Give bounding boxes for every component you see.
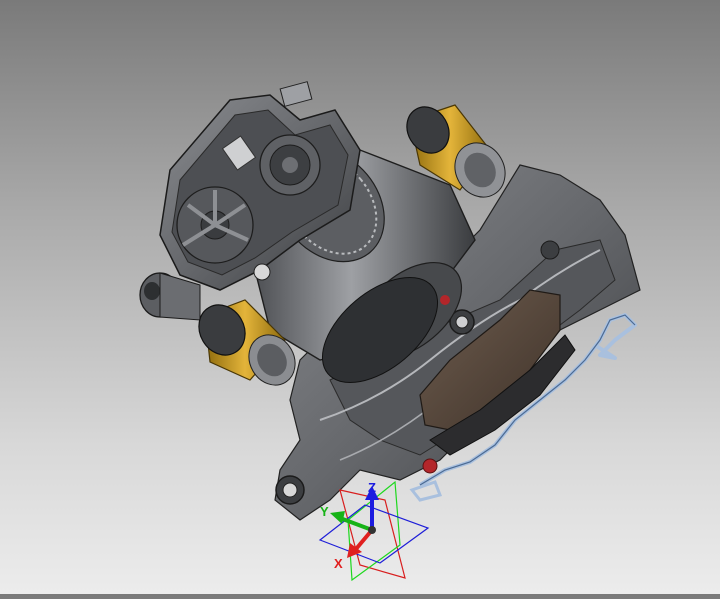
cad-model-svg[interactable]: Z Y X bbox=[0, 0, 720, 594]
triad-y-label: Y bbox=[320, 504, 329, 519]
3d-viewport[interactable]: Z Y X bbox=[0, 0, 720, 594]
triad-y-axis bbox=[339, 516, 373, 532]
triad-z-label: Z bbox=[368, 480, 376, 495]
triad-x-label: X bbox=[334, 556, 343, 571]
coordinate-triad: Z Y X bbox=[318, 480, 430, 582]
guide-pin-left[interactable] bbox=[139, 272, 201, 321]
